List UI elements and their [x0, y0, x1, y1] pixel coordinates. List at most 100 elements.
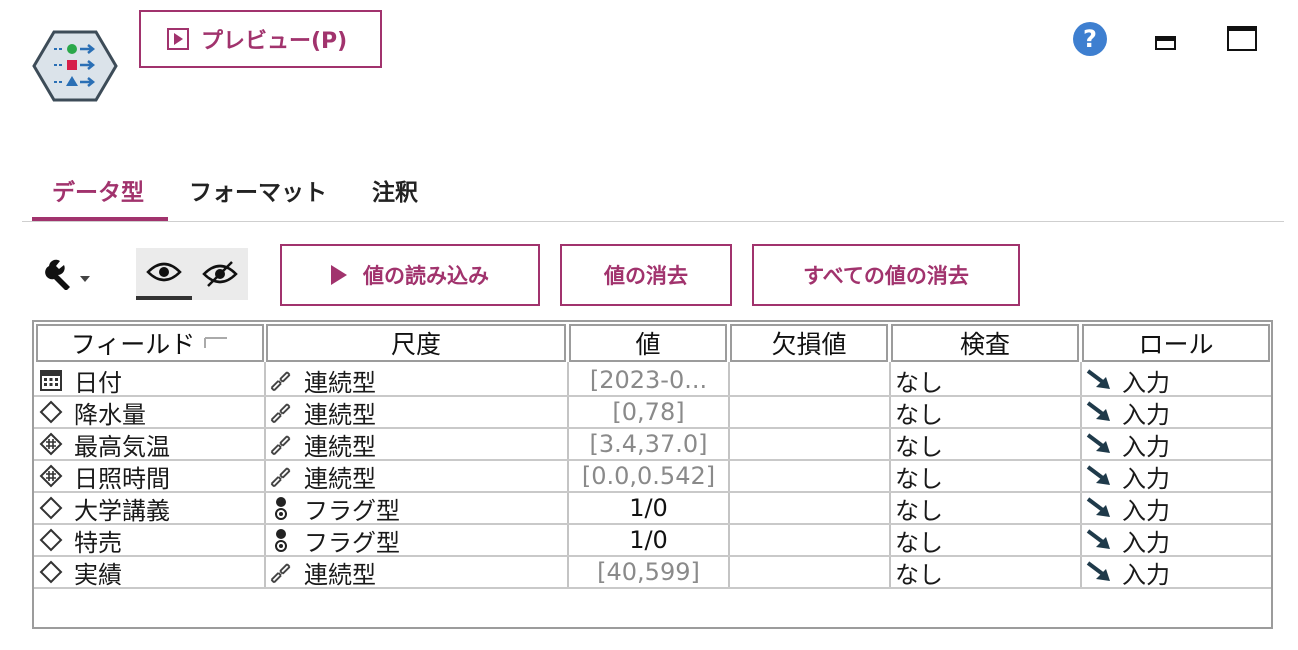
measure-cell[interactable]: 連続型: [268, 396, 566, 428]
input-role-arrow-icon: [1086, 559, 1112, 585]
play-icon: [331, 265, 347, 285]
eye-icon[interactable]: [136, 248, 192, 300]
missing-cell[interactable]: [730, 492, 889, 524]
measure-icon: [268, 463, 294, 489]
help-icon[interactable]: ?: [1073, 22, 1107, 56]
measure-cell[interactable]: フラグ型: [268, 524, 566, 556]
table-row[interactable]: 降水量 連続型 [0,78] なし 入力: [34, 396, 1271, 428]
column-header-missing[interactable]: 欠損値: [730, 324, 888, 362]
input-role-arrow-icon: [1086, 367, 1112, 393]
field-type-icon: [38, 399, 64, 425]
measure-cell[interactable]: 連続型: [268, 460, 566, 492]
measure-icon: [268, 495, 294, 521]
tab-format[interactable]: フォーマット: [189, 160, 327, 220]
type-node-icon: [32, 30, 118, 102]
table-row[interactable]: 大学講義 フラグ型 1/0 なし 入力: [34, 492, 1271, 524]
role-cell[interactable]: 入力: [1086, 396, 1271, 428]
measure-icon: [268, 399, 294, 425]
value-cell[interactable]: 1/0: [569, 492, 728, 524]
value-cell[interactable]: [3.4,37.0]: [569, 428, 728, 460]
input-role-arrow-icon: [1086, 399, 1112, 425]
column-header-role[interactable]: ロール: [1082, 324, 1270, 362]
check-cell[interactable]: なし: [895, 364, 1080, 397]
role-cell[interactable]: 入力: [1086, 460, 1271, 492]
field-cell: 大学講義: [38, 492, 264, 524]
value-cell[interactable]: [0,78]: [569, 396, 728, 428]
input-role-arrow-icon: [1086, 495, 1112, 521]
column-header-check[interactable]: 検査: [891, 324, 1079, 362]
field-type-icon: [38, 463, 64, 489]
role-cell[interactable]: 入力: [1086, 492, 1271, 524]
table-row[interactable]: 実績 連続型 [40,599] なし 入力: [34, 556, 1271, 588]
clear-all-values-label: すべての値の消去: [803, 264, 969, 288]
field-table: フィールド 尺度 値 欠損値 検査 ロール 日付 連続型 [2023-0... なし入…: [32, 320, 1273, 629]
preview-label: プレビュー(P): [201, 29, 348, 54]
measure-icon: [268, 527, 294, 553]
table-row[interactable]: 最高気温 連続型 [3.4,37.0] なし 入力: [34, 428, 1271, 460]
table-row[interactable]: 特売 フラグ型 1/0 なし 入力: [34, 524, 1271, 556]
column-header-value[interactable]: 値: [569, 324, 727, 362]
field-cell: 降水量: [38, 396, 264, 428]
clear-all-values-button[interactable]: すべての値の消去: [752, 244, 1020, 306]
measure-cell[interactable]: 連続型: [268, 428, 566, 460]
input-role-arrow-icon: [1086, 431, 1112, 457]
column-header-field[interactable]: フィールド: [36, 324, 264, 362]
check-cell[interactable]: なし: [895, 556, 1080, 589]
tab-annotation[interactable]: 注釈: [372, 160, 418, 220]
value-cell[interactable]: [40,599]: [569, 556, 728, 588]
missing-cell[interactable]: [730, 364, 889, 396]
check-cell[interactable]: なし: [895, 460, 1080, 493]
missing-cell[interactable]: [730, 524, 889, 556]
clear-values-label: 値の消去: [604, 264, 688, 288]
clear-values-button[interactable]: 値の消去: [560, 244, 732, 306]
field-type-icon: [38, 431, 64, 457]
value-cell[interactable]: 1/0: [569, 524, 728, 556]
read-values-button[interactable]: 値の読み込み: [280, 244, 540, 306]
minimize-icon[interactable]: [1155, 36, 1176, 50]
play-icon: [167, 28, 189, 50]
field-cell: 日照時間: [38, 460, 264, 492]
tab-data-type[interactable]: データ型: [52, 160, 144, 220]
field-type-icon: [38, 527, 64, 553]
measure-icon: [268, 559, 294, 585]
tab-bar: データ型 フォーマット 注釈: [22, 150, 1284, 222]
eye-off-icon[interactable]: [192, 248, 248, 300]
field-cell: 日付: [38, 364, 264, 396]
missing-cell[interactable]: [730, 428, 889, 460]
field-cell: 実績: [38, 556, 264, 588]
role-cell[interactable]: 入力: [1086, 428, 1271, 460]
table-row[interactable]: 日照時間 連続型 [0.0,0.542] なし 入力: [34, 460, 1271, 492]
measure-cell[interactable]: フラグ型: [268, 492, 566, 524]
table-row[interactable]: 日付 連続型 [2023-0... なし 入力: [34, 364, 1271, 396]
field-type-icon: [38, 559, 64, 585]
field-cell: 特売: [38, 524, 264, 556]
missing-cell[interactable]: [730, 556, 889, 588]
sort-indicator-icon: [204, 337, 228, 348]
measure-cell[interactable]: 連続型: [268, 556, 566, 588]
measure-icon: [268, 431, 294, 457]
check-cell[interactable]: なし: [895, 492, 1080, 525]
field-type-icon: [38, 367, 64, 393]
missing-cell[interactable]: [730, 460, 889, 492]
row-divider: [34, 587, 1271, 589]
toolbar: 値の読み込み 値の消去 すべての値の消去: [0, 244, 1298, 306]
measure-icon: [268, 367, 294, 393]
check-cell[interactable]: なし: [895, 396, 1080, 429]
preview-button[interactable]: プレビュー(P): [139, 10, 382, 68]
check-cell[interactable]: なし: [895, 428, 1080, 461]
check-cell[interactable]: なし: [895, 524, 1080, 557]
input-role-arrow-icon: [1086, 463, 1112, 489]
role-cell[interactable]: 入力: [1086, 556, 1271, 588]
value-cell[interactable]: [0.0,0.542]: [569, 460, 728, 492]
role-cell[interactable]: 入力: [1086, 364, 1271, 396]
value-cell[interactable]: [2023-0...: [569, 364, 728, 396]
missing-cell[interactable]: [730, 396, 889, 428]
active-tab-indicator: [32, 217, 168, 221]
measure-cell[interactable]: 連続型: [268, 364, 566, 396]
input-role-arrow-icon: [1086, 527, 1112, 553]
maximize-icon[interactable]: [1227, 26, 1257, 51]
column-header-measure[interactable]: 尺度: [266, 324, 566, 362]
role-cell[interactable]: 入力: [1086, 524, 1271, 556]
visibility-toggle: [136, 248, 248, 300]
wrench-dropdown-icon[interactable]: [44, 258, 94, 290]
